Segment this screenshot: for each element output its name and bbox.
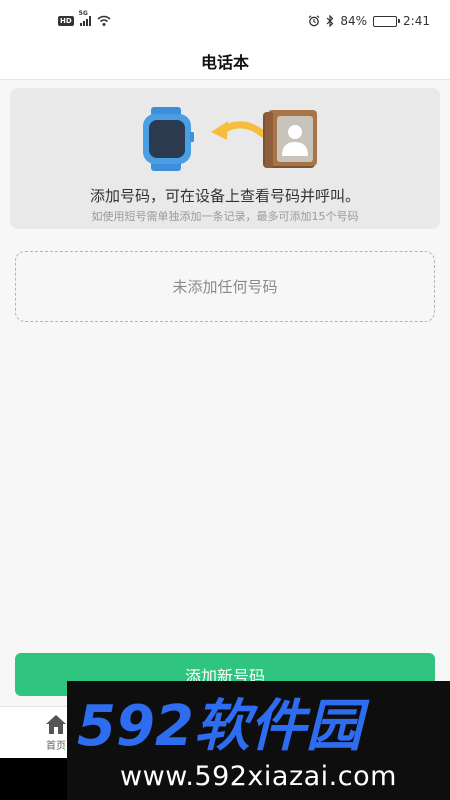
watermark-url: www.592xiazai.com xyxy=(120,761,397,792)
info-banner: 添加号码，可在设备上查看号码并呼叫。 如使用短号需单独添加一条记录，最多可添加1… xyxy=(10,88,440,229)
watermark: 592软件园 www.592xiazai.com xyxy=(67,681,450,800)
battery-percent: 84% xyxy=(340,14,368,28)
nav-home-label: 首页 xyxy=(46,741,66,752)
banner-sub-text: 如使用短号需单独添加一条记录，最多可添加15个号码 xyxy=(91,210,359,223)
banner-illustration xyxy=(143,107,317,171)
banner-main-text: 添加号码，可在设备上查看号码并呼叫。 xyxy=(89,187,360,205)
alarm-icon xyxy=(308,15,320,27)
home-icon xyxy=(46,715,66,734)
contact-book-icon xyxy=(263,110,317,168)
page-title: 电话本 xyxy=(200,52,249,72)
hd-icon: HD xyxy=(58,16,74,26)
empty-number-list: 未添加任何号码 xyxy=(15,251,435,322)
watch-icon xyxy=(143,107,194,171)
watermark-logo: 592软件园 xyxy=(77,695,370,757)
battery-icon xyxy=(373,15,401,27)
clock: 2:41 xyxy=(403,14,430,28)
empty-state-text: 未添加任何号码 xyxy=(172,278,278,296)
network-type: 5G xyxy=(78,10,88,17)
signal-icon: 5G xyxy=(79,10,91,26)
status-right: 84% 2:41 xyxy=(308,14,430,28)
status-bar: HD 5G 84% 2:41 xyxy=(0,0,450,42)
watermark-logo-text: 592软件园 xyxy=(77,695,370,757)
status-left: HD 5G xyxy=(58,10,111,27)
wifi-icon xyxy=(97,15,111,26)
arrow-left-icon xyxy=(211,121,267,140)
app-header: 电话本 xyxy=(0,42,450,80)
bluetooth-icon xyxy=(326,15,334,27)
